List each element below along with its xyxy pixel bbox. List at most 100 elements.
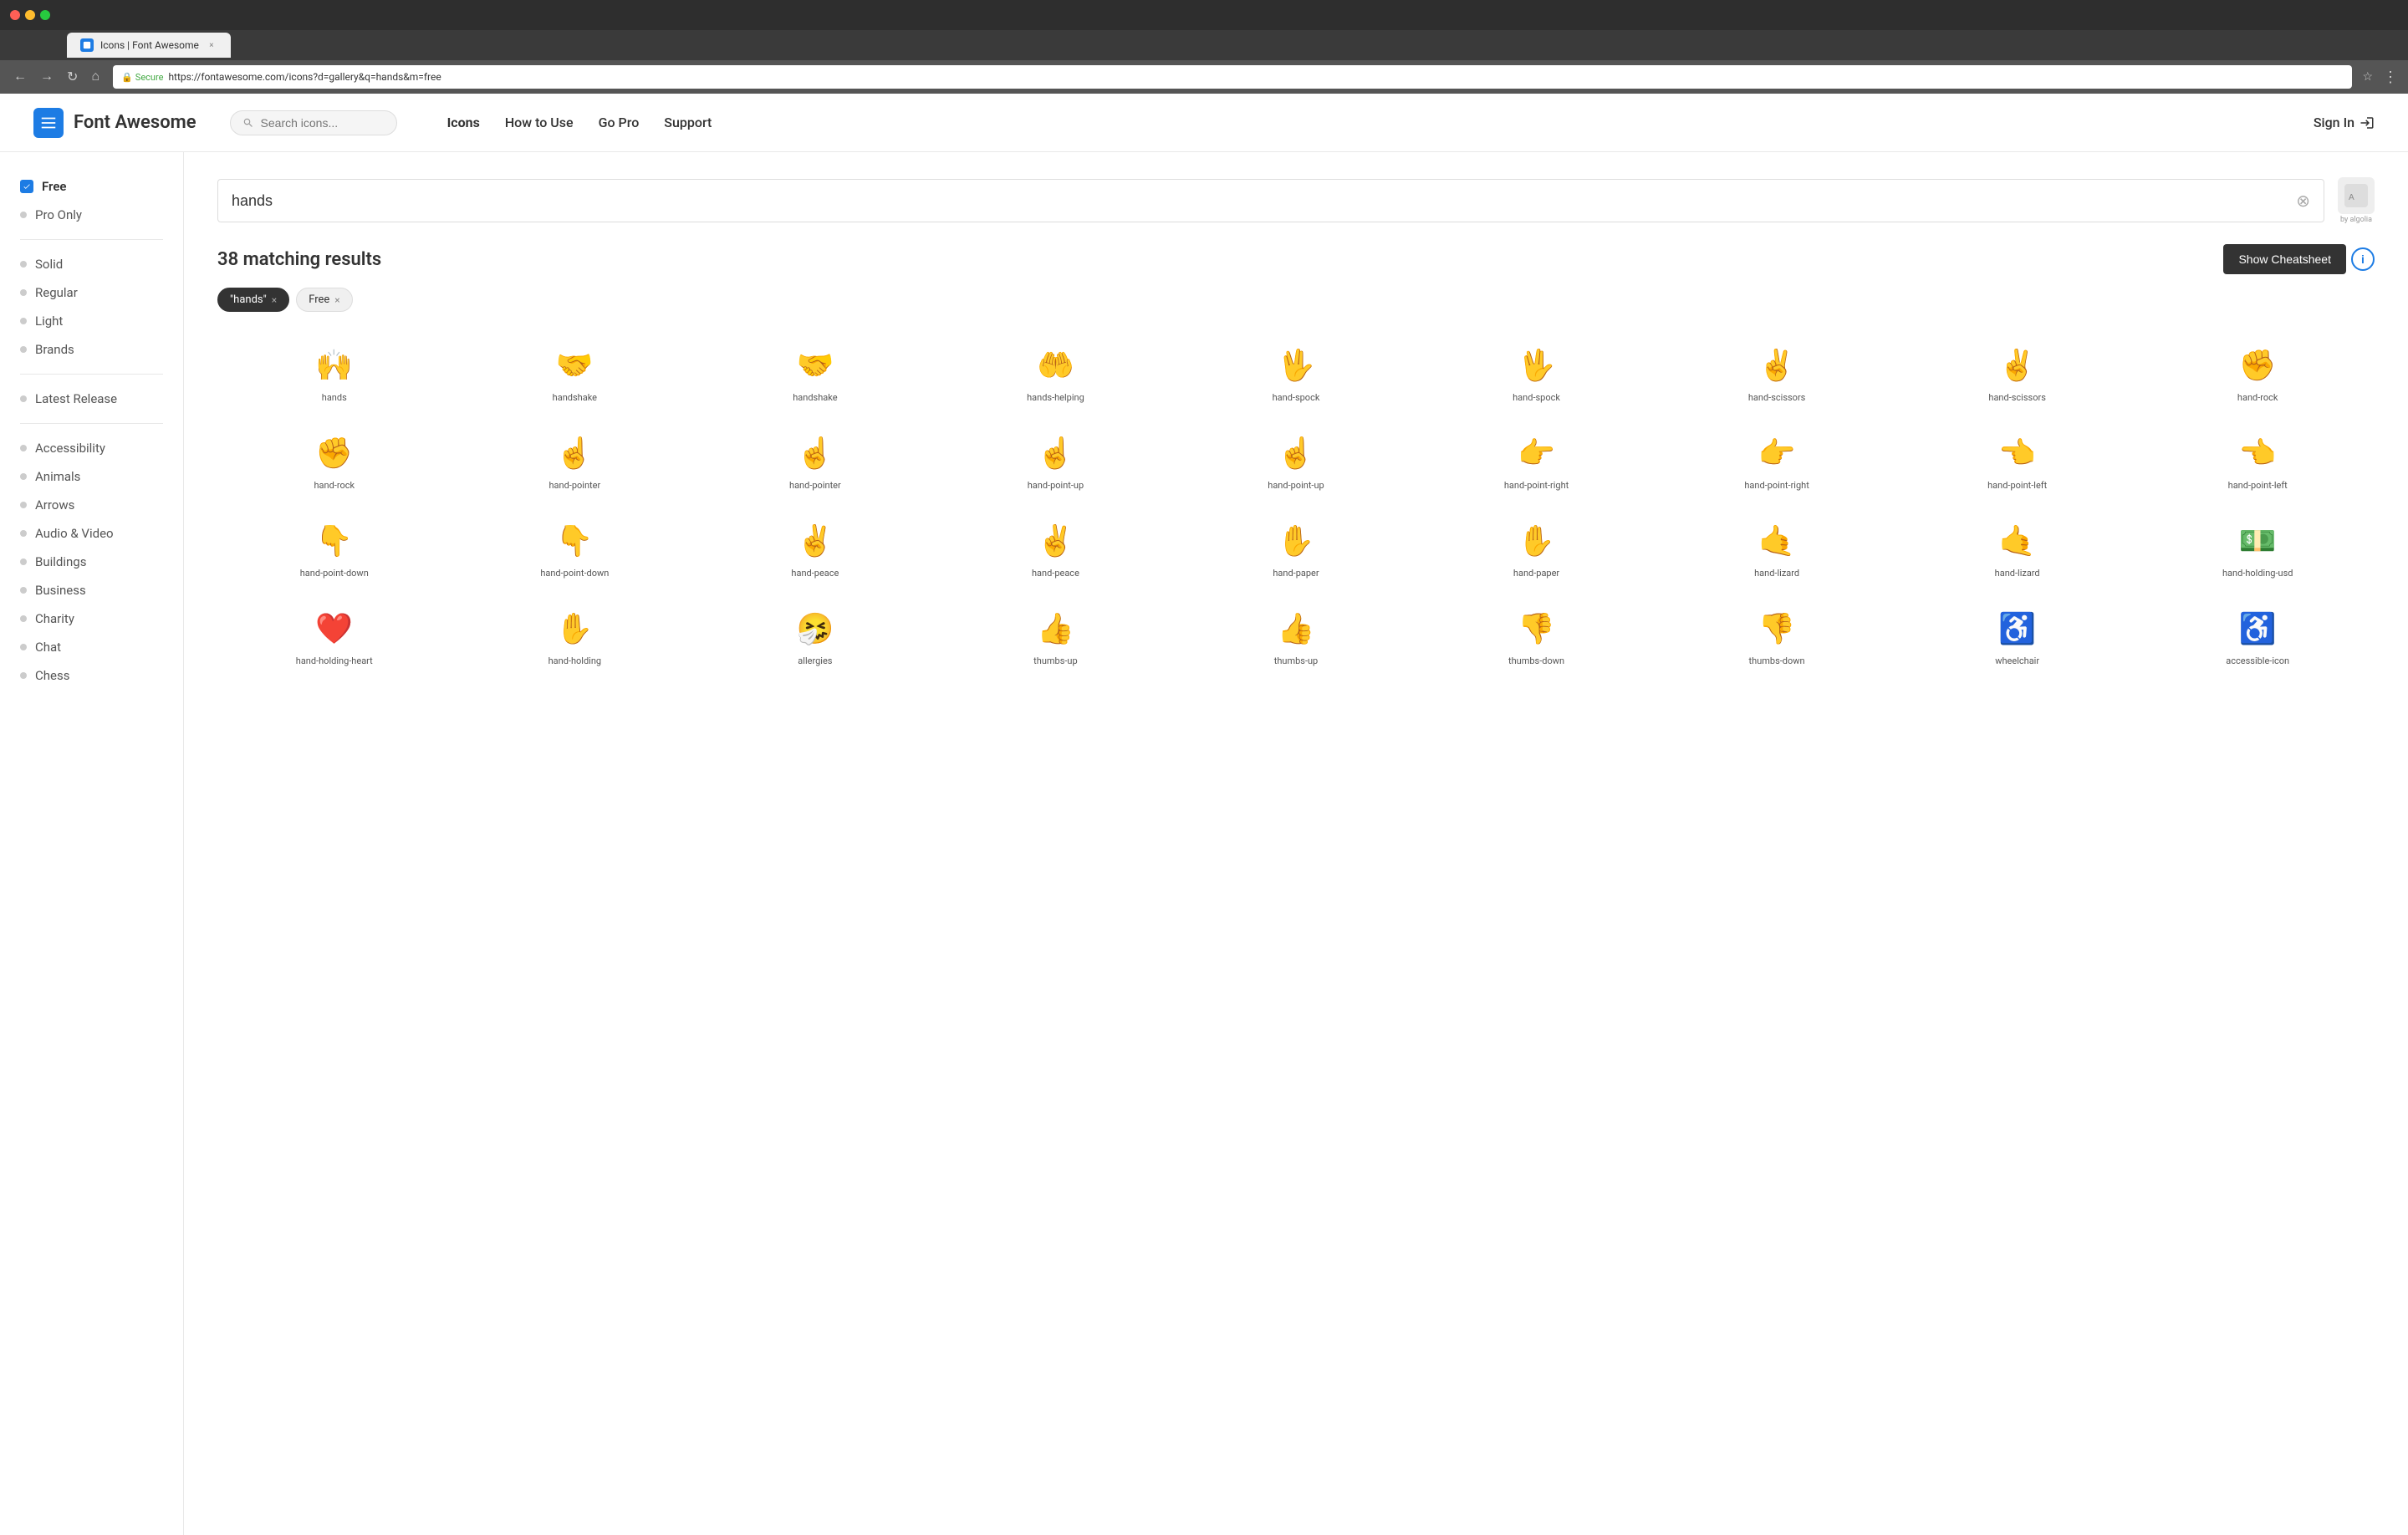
sidebar-divider-1: [20, 239, 163, 240]
nav-go-pro[interactable]: Go Pro: [599, 115, 640, 130]
header-search-bar[interactable]: [230, 110, 397, 135]
sidebar-item-solid[interactable]: Solid: [0, 250, 183, 278]
icon-item[interactable]: 👉 hand-point-right: [1420, 420, 1654, 501]
icon-svg: ✌️: [1757, 345, 1797, 385]
sidebar-item-brands[interactable]: Brands: [0, 335, 183, 364]
icon-label: hand-point-left: [2228, 480, 2288, 491]
sidebar-item-chat[interactable]: Chat: [0, 633, 183, 661]
sidebar-item-free[interactable]: Free: [0, 172, 183, 201]
sidebar-item-buildings[interactable]: Buildings: [0, 548, 183, 576]
icon-item[interactable]: ✋ hand-holding: [458, 595, 692, 676]
main-content: ⊗ A by algolia 38 matching results Show …: [184, 152, 2408, 1535]
category-dot: [20, 445, 27, 451]
back-button[interactable]: ←: [10, 67, 30, 87]
main-search-bar[interactable]: ⊗: [217, 179, 2324, 222]
icon-item[interactable]: 🤝 handshake: [698, 332, 932, 413]
secure-badge: 🔒 Secure: [121, 72, 163, 83]
remove-free-filter[interactable]: ×: [334, 294, 339, 306]
header-search-input[interactable]: [261, 116, 385, 130]
app: Font Awesome Icons How to Use Go Pro Sup…: [0, 94, 2408, 1535]
icon-item[interactable]: ☝️ hand-point-up: [1179, 420, 1413, 501]
icon-item[interactable]: 💵 hand-holding-usd: [2140, 507, 2375, 589]
icon-item[interactable]: ✌️ hand-peace: [698, 507, 932, 589]
icon-item[interactable]: 🤧 allergies: [698, 595, 932, 676]
sidebar-item-pro-only[interactable]: Pro Only: [0, 201, 183, 229]
icon-item[interactable]: 👎 thumbs-down: [1420, 595, 1654, 676]
info-button[interactable]: i: [2351, 247, 2375, 271]
icon-item[interactable]: ♿ accessible-icon: [2140, 595, 2375, 676]
icon-item[interactable]: 👈 hand-point-left: [1900, 420, 2135, 501]
icon-item[interactable]: 🙌 hands: [217, 332, 452, 413]
icon-item[interactable]: 👇 hand-point-down: [217, 507, 452, 589]
refresh-button[interactable]: ↻: [64, 67, 81, 87]
icon-item[interactable]: 🤙 hand-lizard: [1900, 507, 2135, 589]
icon-item[interactable]: 👈 hand-point-left: [2140, 420, 2375, 501]
sidebar-divider-2: [20, 374, 163, 375]
nav-support[interactable]: Support: [664, 115, 712, 130]
logo[interactable]: Font Awesome: [33, 108, 196, 138]
icon-item[interactable]: ☝️ hand-point-up: [939, 420, 1173, 501]
filter-tag-hands[interactable]: "hands" ×: [217, 288, 289, 312]
icon-item[interactable]: ☝️ hand-pointer: [458, 420, 692, 501]
filter-tag-free[interactable]: Free ×: [296, 288, 353, 312]
traffic-light-maximize[interactable]: [40, 10, 50, 20]
sidebar-item-business[interactable]: Business: [0, 576, 183, 604]
clear-search-button[interactable]: ⊗: [2296, 191, 2310, 211]
latest-dot: [20, 395, 27, 402]
icon-item[interactable]: 🤝 handshake: [458, 332, 692, 413]
icon-item[interactable]: ♿ wheelchair: [1900, 595, 2135, 676]
browser-tab[interactable]: Icons | Font Awesome ×: [67, 33, 231, 58]
icon-item[interactable]: 👍 thumbs-up: [939, 595, 1173, 676]
icon-item[interactable]: ☝️ hand-pointer: [698, 420, 932, 501]
remove-hands-filter[interactable]: ×: [272, 294, 277, 306]
main-search-input[interactable]: [232, 192, 2288, 210]
sidebar-item-regular[interactable]: Regular: [0, 278, 183, 307]
icon-item[interactable]: 👍 thumbs-up: [1179, 595, 1413, 676]
icon-item[interactable]: ✋ hand-paper: [1420, 507, 1654, 589]
icon-svg: 👈: [1997, 433, 2038, 473]
icon-svg: 👈: [2237, 433, 2278, 473]
icon-item[interactable]: 🖖 hand-spock: [1420, 332, 1654, 413]
icon-item[interactable]: ✊ hand-rock: [217, 420, 452, 501]
icon-item[interactable]: ✊ hand-rock: [2140, 332, 2375, 413]
bookmark-icon[interactable]: ☆: [2362, 70, 2373, 84]
icon-label: hand-pointer: [548, 480, 600, 491]
icon-item[interactable]: 🤲 hands-helping: [939, 332, 1173, 413]
traffic-light-minimize[interactable]: [25, 10, 35, 20]
icon-label: hand-rock: [314, 480, 355, 491]
icon-item[interactable]: 🖖 hand-spock: [1179, 332, 1413, 413]
sign-in-button[interactable]: Sign In: [2314, 115, 2375, 130]
sidebar-item-latest-release[interactable]: Latest Release: [0, 385, 183, 413]
sidebar-item-light[interactable]: Light: [0, 307, 183, 335]
icon-label: hand-point-left: [1987, 480, 2047, 491]
icon-item[interactable]: 🤙 hand-lizard: [1660, 507, 1894, 589]
icon-item[interactable]: ✌️ hand-scissors: [1660, 332, 1894, 413]
icon-label: hand-point-right: [1744, 480, 1809, 491]
icon-item[interactable]: 👇 hand-point-down: [458, 507, 692, 589]
icon-item[interactable]: ❤️ hand-holding-heart: [217, 595, 452, 676]
pro-only-dot: [20, 212, 27, 218]
icon-item[interactable]: ✌️ hand-peace: [939, 507, 1173, 589]
sidebar-item-accessibility[interactable]: Accessibility: [0, 434, 183, 462]
tab-close-button[interactable]: ×: [206, 39, 217, 51]
icon-svg: ☝️: [795, 433, 835, 473]
icon-item[interactable]: 👎 thumbs-down: [1660, 595, 1894, 676]
sidebar-item-chess[interactable]: Chess: [0, 661, 183, 690]
icon-item[interactable]: ✋ hand-paper: [1179, 507, 1413, 589]
cheatsheet-button[interactable]: Show Cheatsheet: [2223, 244, 2346, 274]
sidebar-item-charity[interactable]: Charity: [0, 604, 183, 633]
nav-icons[interactable]: Icons: [447, 115, 480, 130]
sidebar-item-animals[interactable]: Animals: [0, 462, 183, 491]
icon-label: hand-lizard: [1754, 568, 1799, 579]
sidebar-item-arrows[interactable]: Arrows: [0, 491, 183, 519]
url-bar[interactable]: 🔒 Secure https://fontawesome.com/icons?d…: [113, 65, 2352, 89]
sidebar-item-audio-video[interactable]: Audio & Video: [0, 519, 183, 548]
nav-how-to-use[interactable]: How to Use: [505, 115, 574, 130]
traffic-light-close[interactable]: [10, 10, 20, 20]
icon-item[interactable]: ✌️ hand-scissors: [1900, 332, 2135, 413]
icon-label: thumbs-down: [1749, 655, 1805, 666]
menu-dots[interactable]: ⋮: [2383, 69, 2398, 86]
home-button[interactable]: ⌂: [88, 67, 103, 87]
forward-button[interactable]: →: [37, 67, 57, 87]
icon-item[interactable]: 👉 hand-point-right: [1660, 420, 1894, 501]
